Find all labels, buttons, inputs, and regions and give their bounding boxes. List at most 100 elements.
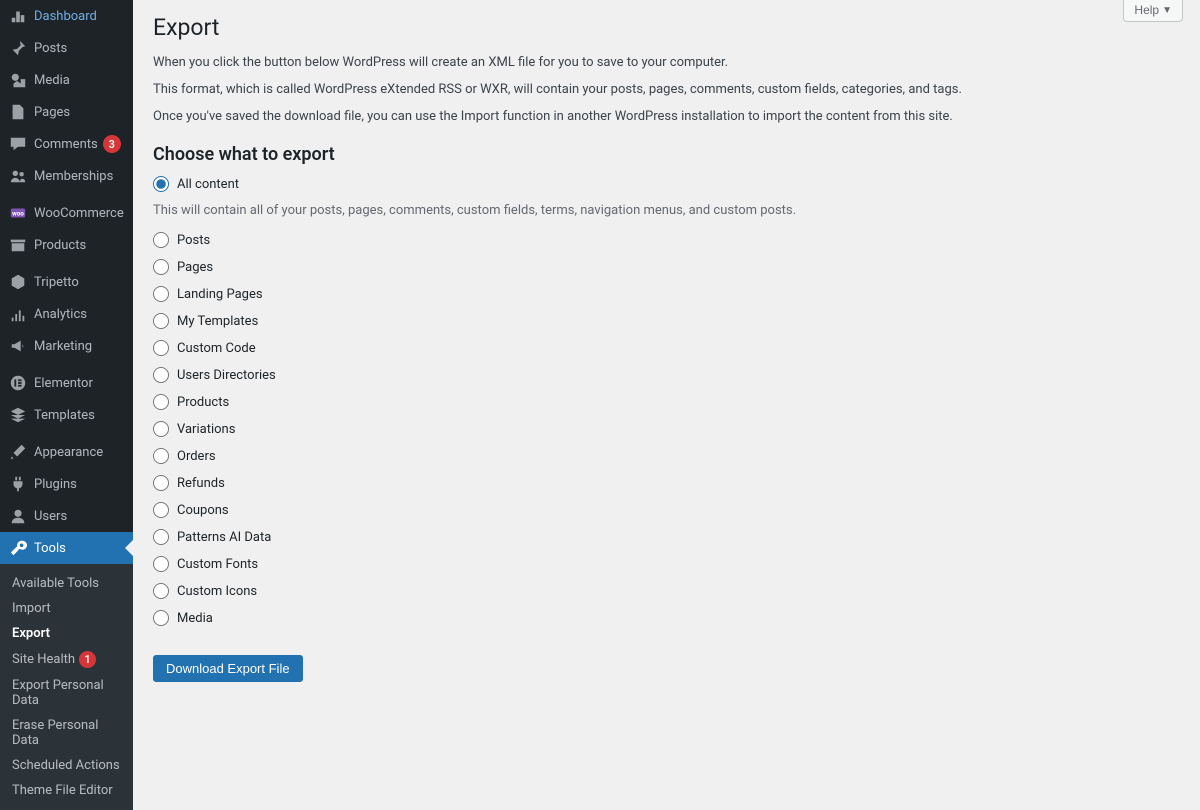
radio-products[interactable] [153,394,169,410]
sidebar-item-label: Templates [34,408,95,423]
sidebar-link-posts[interactable]: Posts [0,32,133,64]
radio-coupons[interactable] [153,502,169,518]
sidebar-item-label: Plugins [34,477,77,492]
sidebar-link-products[interactable]: Products [0,229,133,261]
sidebar-item-woocommerce: wooWooCommerce [0,197,133,229]
submenu-link-site-health[interactable]: Site Health1 [0,646,133,673]
sidebar-item-label: Marketing [34,339,92,354]
radio-label-custom-fonts[interactable]: Custom Fonts [177,557,258,572]
sidebar-link-memberships[interactable]: Memberships [0,160,133,192]
sidebar-link-pages[interactable]: Pages [0,96,133,128]
submenu-link-scheduled-actions[interactable]: Scheduled Actions [0,753,133,778]
radio-label-pages[interactable]: Pages [177,260,213,275]
sidebar-link-templates[interactable]: Templates [0,399,133,431]
radio-label-products[interactable]: Products [177,395,229,410]
intro-paragraph-3: Once you've saved the download file, you… [153,109,1053,124]
submenu-item-import: Import [0,596,133,621]
radio-label-orders[interactable]: Orders [177,449,216,464]
submenu-link-import[interactable]: Import [0,596,133,621]
chevron-down-icon: ▼ [1162,5,1172,16]
admin-sidebar: Dashboard Posts Media Pages Comments3 Members… [0,0,133,810]
sidebar-link-comments[interactable]: Comments3 [0,128,133,160]
radio-all-content: All content [153,176,1180,192]
sidebar-item-label: Memberships [34,169,113,184]
radio-label-coupons[interactable]: Coupons [177,503,229,518]
help-tab: Help ▼ [1123,0,1183,22]
sidebar-item-label: Posts [34,41,67,56]
submenu-link-available-tools[interactable]: Available Tools [0,571,133,596]
archive-icon [8,236,28,254]
sidebar-link-plugins[interactable]: Plugins [0,468,133,500]
sidebar-item-memberships: Memberships [0,160,133,192]
radio-pages[interactable] [153,259,169,275]
radio-variations[interactable] [153,421,169,437]
sidebar-link-users[interactable]: Users [0,500,133,532]
radio-row-custom-fonts: Custom Fonts [153,556,1180,572]
radio-custom-code[interactable] [153,340,169,356]
wrench-icon [8,539,28,557]
sidebar-item-label: Analytics [34,307,87,322]
radio-label-landing-pages[interactable]: Landing Pages [177,287,263,302]
sidebar-link-media[interactable]: Media [0,64,133,96]
radio-label-refunds[interactable]: Refunds [177,476,225,491]
sidebar-item-pages: Pages [0,96,133,128]
help-button[interactable]: Help ▼ [1123,0,1183,22]
submenu-item-scheduled-actions: Scheduled Actions [0,753,133,778]
radio-label-custom-icons[interactable]: Custom Icons [177,584,257,599]
radio-orders[interactable] [153,448,169,464]
sidebar-link-analytics[interactable]: Analytics [0,298,133,330]
submenu-link-erase-personal-data[interactable]: Erase Personal Data [0,713,133,753]
submenu-link-theme-file-editor[interactable]: Theme File Editor [0,778,133,803]
radio-label-posts[interactable]: Posts [177,233,210,248]
sidebar-item-media: Media [0,64,133,96]
sidebar-link-appearance[interactable]: Appearance [0,436,133,468]
submenu-item-label: Export [12,626,50,641]
sidebar-item-label: Pages [34,105,70,120]
sidebar-link-marketing[interactable]: Marketing [0,330,133,362]
submenu-item-export-personal-data: Export Personal Data [0,673,133,713]
radio-all-content-label[interactable]: All content [177,177,239,192]
sidebar-link-tools[interactable]: Tools [0,532,133,564]
woo-icon: woo [8,204,28,222]
chart-icon [8,305,28,323]
media-icon [8,71,28,89]
radio-custom-icons[interactable] [153,583,169,599]
brush-icon [8,443,28,461]
radio-label-my-templates[interactable]: My Templates [177,314,258,329]
sidebar-link-elementor[interactable]: Elementor [0,367,133,399]
submenu-link-export[interactable]: Export [0,621,133,646]
submenu-link-export-personal-data[interactable]: Export Personal Data [0,673,133,713]
sidebar-item-elementor: Elementor [0,367,133,399]
radio-row-posts: Posts [153,232,1180,248]
sidebar-item-label: Dashboard [34,9,97,24]
radio-custom-fonts[interactable] [153,556,169,572]
submenu-item-label: Export Personal Data [12,678,104,708]
radio-label-users-directories[interactable]: Users Directories [177,368,276,383]
radio-label-media[interactable]: Media [177,611,213,626]
radio-posts[interactable] [153,232,169,248]
radio-label-custom-code[interactable]: Custom Code [177,341,256,356]
radio-media[interactable] [153,610,169,626]
download-export-button[interactable]: Download Export File [153,655,303,682]
submenu-item-label: Theme File Editor [12,783,113,798]
radio-users-directories[interactable] [153,367,169,383]
radio-landing-pages[interactable] [153,286,169,302]
radio-label-variations[interactable]: Variations [177,422,235,437]
radio-all-content-input[interactable] [153,176,169,192]
layers-icon [8,406,28,424]
radio-row-custom-code: Custom Code [153,340,1180,356]
sidebar-item-posts: Posts [0,32,133,64]
radio-my-templates[interactable] [153,313,169,329]
sidebar-item-plugins: Plugins [0,468,133,500]
sidebar-item-label: Products [34,238,86,253]
sidebar-link-dashboard[interactable]: Dashboard [0,0,133,32]
sidebar-link-tripetto[interactable]: Tripetto [0,266,133,298]
sidebar-item-analytics: Analytics [0,298,133,330]
radio-refunds[interactable] [153,475,169,491]
radio-label-patterns-ai-data[interactable]: Patterns AI Data [177,530,271,545]
radio-patterns-ai-data[interactable] [153,529,169,545]
sidebar-link-woocommerce[interactable]: wooWooCommerce [0,197,133,229]
help-label: Help [1134,3,1159,17]
page-title: Export [153,14,1180,41]
comment-icon [8,135,28,153]
